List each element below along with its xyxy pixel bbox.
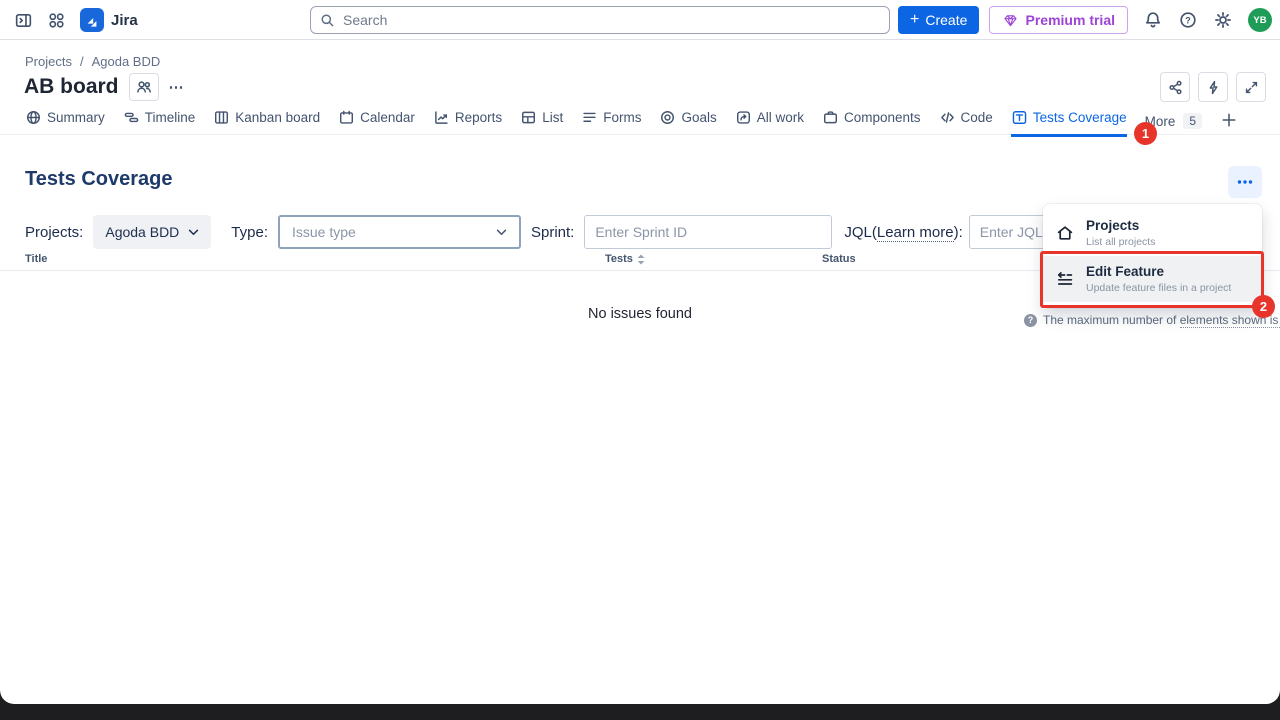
- help-button[interactable]: ?: [1178, 10, 1198, 30]
- share-button[interactable]: [1160, 72, 1190, 102]
- gem-icon: [1002, 12, 1019, 29]
- tab-goals[interactable]: Goals: [659, 104, 716, 137]
- tests-coverage-menu-button[interactable]: [1228, 166, 1262, 198]
- info-question-icon: ?: [1024, 314, 1037, 327]
- breadcrumb: Projects / Agoda BDD: [25, 54, 160, 69]
- timeline-icon: [123, 109, 140, 126]
- jira-logo-icon: [80, 8, 104, 32]
- sort-icon: [637, 254, 645, 265]
- fullscreen-button[interactable]: [1236, 72, 1266, 102]
- tab-kanban-board[interactable]: Kanban board: [213, 104, 320, 137]
- more-count-badge: 5: [1183, 113, 1202, 129]
- tab-timeline[interactable]: Timeline: [123, 104, 196, 137]
- annotation-step-2: 2: [1252, 295, 1275, 318]
- lightning-icon: [1205, 79, 1222, 96]
- house-icon: [1055, 223, 1075, 243]
- column-header-status: Status: [822, 253, 856, 265]
- all-work-icon: [735, 109, 752, 126]
- add-view-button[interactable]: [1220, 111, 1238, 137]
- breadcrumb-project-link[interactable]: Agoda BDD: [92, 54, 161, 69]
- tab-summary[interactable]: Summary: [25, 104, 105, 137]
- app-name: Jira: [111, 12, 138, 29]
- ellipsis-icon: [1237, 179, 1253, 185]
- plus-icon: [1220, 111, 1238, 129]
- tab-code[interactable]: Code: [939, 104, 993, 137]
- page-title: AB board: [24, 75, 119, 99]
- board-tabbar: Summary Timeline Kanban board Calendar R…: [25, 104, 1238, 137]
- projects-filter-label: Projects:: [25, 224, 83, 241]
- jql-learn-more-link[interactable]: Learn more: [877, 224, 954, 242]
- people-icon: [135, 78, 153, 96]
- type-filter-label: Type:: [231, 224, 268, 241]
- menu-item-edit-feature[interactable]: Edit Feature Update feature files in a p…: [1043, 256, 1262, 302]
- tests-coverage-dropdown-menu: Projects List all projects Edit Feature …: [1043, 204, 1262, 308]
- gear-icon: [1213, 10, 1233, 30]
- sprint-id-input[interactable]: [584, 215, 832, 249]
- board-members-button[interactable]: [129, 73, 159, 101]
- search-icon: [319, 12, 336, 29]
- breadcrumb-projects-link[interactable]: Projects: [25, 54, 72, 69]
- bell-icon: [1143, 10, 1163, 30]
- sprint-filter-label: Sprint:: [531, 224, 574, 241]
- lines-icon: [581, 109, 598, 126]
- code-icon: [939, 109, 956, 126]
- annotation-step-1: 1: [1134, 122, 1157, 145]
- user-avatar[interactable]: YB: [1248, 8, 1272, 32]
- create-button[interactable]: + Create: [898, 6, 979, 34]
- jira-home-link[interactable]: Jira: [80, 8, 138, 32]
- plus-icon: +: [910, 12, 919, 28]
- chevron-down-icon: [496, 229, 507, 236]
- briefcase-icon: [822, 109, 839, 126]
- tab-tests-coverage[interactable]: Tests Coverage: [1011, 104, 1127, 137]
- breadcrumb-separator: /: [80, 54, 84, 69]
- section-heading: Tests Coverage: [25, 168, 172, 191]
- calendar-icon: [338, 109, 355, 126]
- column-header-tests[interactable]: Tests: [605, 253, 645, 265]
- tab-list[interactable]: List: [520, 104, 563, 137]
- share-icon: [1167, 79, 1184, 96]
- app-switcher-button[interactable]: [47, 11, 66, 30]
- expand-icon: [1243, 79, 1260, 96]
- sidebar-toggle-button[interactable]: [14, 11, 33, 30]
- question-icon: ?: [1178, 10, 1198, 30]
- tab-all-work[interactable]: All work: [735, 104, 804, 137]
- app-grid-icon: [47, 11, 66, 30]
- tab-components[interactable]: Components: [822, 104, 921, 137]
- jql-filter-label: JQL(Learn more):: [844, 224, 962, 241]
- chart-icon: [433, 109, 450, 126]
- svg-text:?: ?: [1185, 15, 1191, 25]
- notifications-button[interactable]: [1143, 10, 1163, 30]
- board-columns-icon: [213, 109, 230, 126]
- filter-bar: Projects: Agoda BDD Type: Issue type Spr…: [25, 215, 1195, 249]
- menu-item-projects[interactable]: Projects List all projects: [1043, 210, 1262, 256]
- tests-coverage-icon: [1011, 109, 1028, 126]
- globe-icon: [25, 109, 42, 126]
- jira-window: Jira + Create Premium trial: [0, 0, 1280, 704]
- tab-calendar[interactable]: Calendar: [338, 104, 415, 137]
- project-select[interactable]: Agoda BDD: [93, 215, 211, 249]
- tab-reports[interactable]: Reports: [433, 104, 502, 137]
- issue-type-select[interactable]: Issue type: [278, 215, 521, 249]
- chevron-down-icon: [188, 229, 199, 236]
- edit-feature-icon: [1055, 269, 1075, 289]
- target-icon: [659, 109, 676, 126]
- premium-trial-button[interactable]: Premium trial: [989, 6, 1128, 34]
- column-header-title: Title: [25, 253, 47, 265]
- sidebar-collapse-icon: [14, 11, 33, 30]
- automation-button[interactable]: [1198, 72, 1228, 102]
- tab-forms[interactable]: Forms: [581, 104, 641, 137]
- max-elements-note: ? The maximum number of elements shown i…: [1024, 313, 1280, 327]
- board-more-actions-button[interactable]: ⋯: [169, 78, 185, 96]
- top-navigation-bar: Jira + Create Premium trial: [0, 0, 1280, 40]
- search-input[interactable]: [310, 6, 890, 34]
- settings-button[interactable]: [1213, 10, 1233, 30]
- table-icon: [520, 109, 537, 126]
